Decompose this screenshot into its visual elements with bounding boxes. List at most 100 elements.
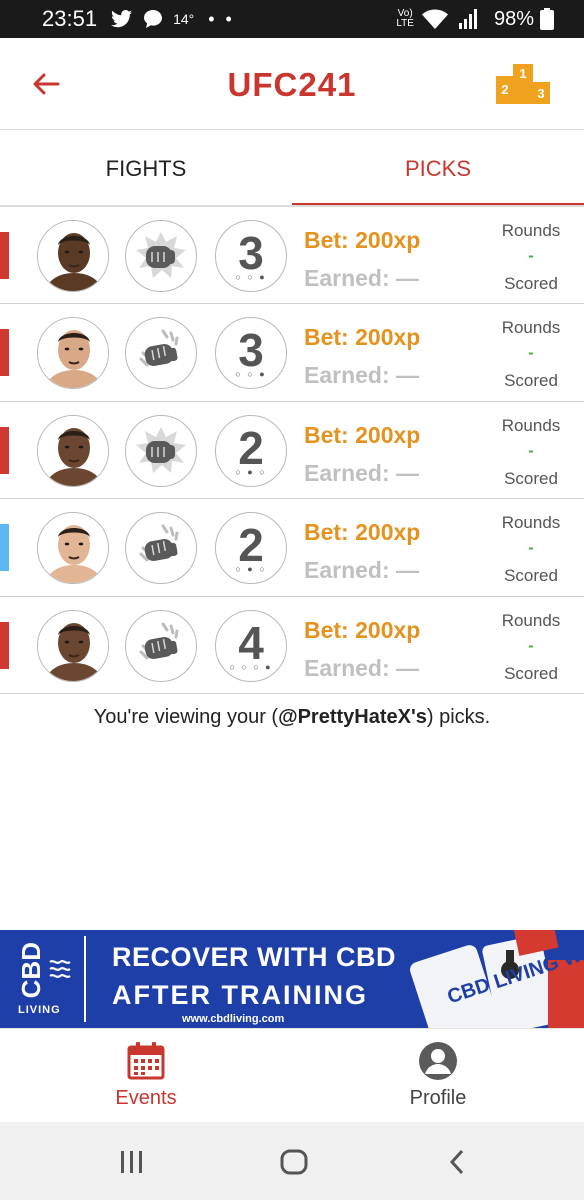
scored-label: Scored [504,566,558,586]
podium-first: 1 [519,66,526,81]
earned-amount: Earned: — [304,362,420,389]
round-dots: ○ ● ○ [235,564,267,575]
app-bar: UFC241 1 2 3 [0,38,584,130]
pick-row[interactable]: 2 ○ ● ○ Bet: 200xp Earned: — Rounds - Scored [0,402,584,500]
earned-amount: Earned: — [304,459,420,486]
home-icon[interactable] [278,1146,310,1178]
corner-marker [0,426,9,474]
scored-label: Scored [504,371,558,391]
signal-icon [458,9,478,29]
ad-banner[interactable]: CBD LIVING RECOVER WITH CBD AFTER TRAINI… [0,930,584,1028]
picks-list: 3 ○ ○ ● Bet: 200xp Earned: — Rounds - Scored 3 ○… [0,207,584,694]
earned-amount: Earned: — [304,654,420,681]
fighter-avatar [37,220,109,292]
twitter-icon [111,10,133,28]
calendar-icon [127,1042,165,1080]
cbd-bottles-image: CBD LIVING WATER [410,930,584,1028]
earned-amount: Earned: — [304,265,420,291]
round-dots: ○ ● ○ [235,466,267,477]
scored-label: Scored [504,468,558,488]
bet-amount: Bet: 200xp [304,421,421,448]
wave-icon [49,960,71,978]
ad-headline-1: RECOVER WITH CBD [112,942,396,972]
submission-glove-icon [125,512,197,585]
knockout-glove-icon [125,220,197,292]
nav-profile[interactable]: Profile [292,1029,584,1122]
submission-glove-icon [125,317,197,390]
recent-apps-icon[interactable] [116,1146,148,1178]
round-pick: 2 ○ ● ○ [215,414,287,487]
podium-icon[interactable]: 1 2 3 [496,64,550,104]
pick-row[interactable]: 4 ○ ○ ○ ● Bet: 200xp Earned: — Rounds - Scored [0,597,584,694]
bet-amount: Bet: 200xp [304,519,421,546]
corner-marker [0,621,9,669]
bottom-nav: Events Profile [0,1028,584,1122]
bet-amount: Bet: 200xp [304,227,421,253]
ad-url: www.cbdliving.com [182,1013,285,1025]
round-pick: 3 ○ ○ ● [215,317,287,390]
viewing-note: You're viewing your (@PrettyHateX's) pic… [0,706,584,729]
viewing-note-prefix: You're viewing your ( [93,706,279,728]
rounds-value: - [528,440,534,460]
rounds-value: - [528,635,534,655]
rounds-value: - [528,343,534,363]
knockout-glove-icon [125,414,197,487]
pick-row[interactable]: 3 ○ ○ ● Bet: 200xp Earned: — Rounds - Scored [0,207,584,305]
podium-second: 2 [501,82,508,97]
submission-glove-icon [125,609,197,682]
round-dots: ○ ○ ● [235,369,267,380]
earned-amount: Earned: — [304,557,420,584]
rounds-value: - [528,538,534,558]
viewing-note-suffix: ) picks. [426,706,491,728]
rounds-label: Rounds [501,221,561,240]
corner-marker [0,524,9,572]
tab-bar: FIGHTS PICKS [0,131,584,207]
pick-row[interactable]: 2 ○ ● ○ Bet: 200xp Earned: — Rounds - Scored [0,499,584,597]
battery-icon [540,8,554,30]
ad-headline-2: AFTER TRAINING [112,980,368,1010]
ad-divider [84,936,86,1022]
status-dots: • • [208,8,235,29]
status-temperature: 14° [173,11,195,27]
rounds-label: Rounds [501,318,561,338]
viewing-note-handle[interactable]: @PrettyHateX's [278,706,427,728]
status-time: 23:51 [42,6,98,31]
round-pick: 4 ○ ○ ○ ● [215,609,287,682]
rounds-label: Rounds [501,513,561,533]
scored-label: Scored [504,274,558,293]
scored-label: Scored [504,663,558,683]
volte-icon: Vo) LTE [396,8,414,29]
round-pick: 3 ○ ○ ● [215,220,287,292]
nav-events-label: Events [115,1087,177,1109]
podium-third: 3 [537,86,544,101]
status-bar: 23:51 14° • • Vo) LTE 98% [0,0,584,38]
fighter-avatar [37,317,109,390]
nav-events[interactable]: Events [0,1029,292,1122]
system-nav-bar [0,1122,584,1200]
cbd-living-logo: CBD LIVING [14,938,76,1020]
corner-marker [0,232,9,279]
round-dots: ○ ○ ○ ● [229,661,273,672]
nav-profile-label: Profile [409,1087,467,1109]
rounds-label: Rounds [501,415,561,435]
back-icon[interactable] [442,1146,474,1178]
corner-marker [0,329,9,377]
ad-logo-top: CBD [16,942,46,999]
user-icon [419,1042,457,1080]
rounds-label: Rounds [501,610,561,630]
fighter-avatar [37,414,109,487]
bet-amount: Bet: 200xp [304,324,421,351]
bet-amount: Bet: 200xp [304,616,421,643]
rounds-value: - [528,246,534,265]
battery-percent: 98% [493,7,534,30]
fighter-avatar [37,609,109,682]
tab-picks[interactable]: PICKS [292,131,584,207]
fighter-avatar [37,512,109,585]
tab-fights[interactable]: FIGHTS [0,131,292,207]
ad-logo-bottom: LIVING [18,1004,61,1016]
round-pick: 2 ○ ● ○ [215,512,287,585]
round-dots: ○ ○ ● [235,272,267,282]
chat-bubble-icon [143,9,163,29]
wifi-icon [421,9,448,29]
pick-row[interactable]: 3 ○ ○ ● Bet: 200xp Earned: — Rounds - Scored [0,304,584,402]
